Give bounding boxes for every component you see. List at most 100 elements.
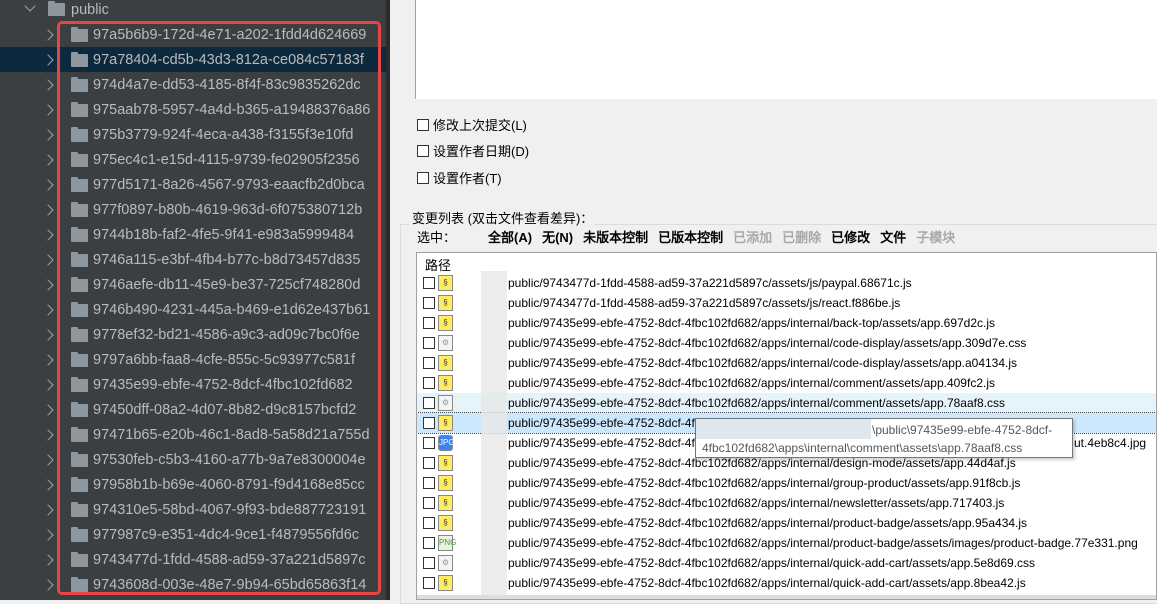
tree-item-folder[interactable]: 977987c9-e351-4dc4-9ce1-f4879556fd6c xyxy=(0,522,390,547)
tree-item-folder[interactable]: 9746a115-e3bf-4fb4-b77c-b8d73457d835 xyxy=(0,247,390,272)
file-row[interactable]: § public/97435e99-ebfe-4752-8dcf-4fbc102f… xyxy=(417,513,1156,533)
file-path: public/97435e99-ebfe-4752-8dcf-4fbc102fd… xyxy=(508,316,996,330)
tree-item-folder[interactable]: 974310e5-58bd-4067-9f93-bde887723191 xyxy=(0,497,390,522)
chevron-right-icon[interactable] xyxy=(42,404,54,416)
file-checkbox[interactable] xyxy=(423,377,435,389)
file-checkbox[interactable] xyxy=(423,497,435,509)
chevron-right-icon[interactable] xyxy=(42,379,54,391)
chevron-right-icon[interactable] xyxy=(42,504,54,516)
chevron-down-icon[interactable] xyxy=(24,0,36,12)
commit-message-input[interactable] xyxy=(415,0,1157,99)
tree-item-folder[interactable]: 97450dff-08a2-4d07-8b82-d9c8157bcfd2 xyxy=(0,397,390,422)
file-row[interactable]: § public/97435e99-ebfe-4752-8dcf-4fbc102f… xyxy=(417,353,1156,373)
select-filter-bar: 选中： 全部(A) 无(N) 未版本控制 已版本控制 已添加 已删除 已修改 文件 子模块 xyxy=(417,227,955,246)
select-filter-link[interactable]: 文件 xyxy=(880,227,906,246)
file-row[interactable]: § public/97435e99-ebfe-4752-8dcf-4fbc102f… xyxy=(417,473,1156,493)
file-row[interactable]: § public/97435e99-ebfe-4752-8dcf-4fbc102f… xyxy=(417,573,1156,593)
chevron-right-icon[interactable] xyxy=(42,454,54,466)
tree-item-folder[interactable]: 9743477d-1fdd-4588-ad59-37a221d5897c xyxy=(0,547,390,572)
chevron-right-icon[interactable] xyxy=(42,279,54,291)
tree-item-folder[interactable]: 977f0897-b80b-4619-963d-6f075380712b xyxy=(0,197,390,222)
tree-item-folder[interactable]: 975ec4c1-e15d-4115-9739-fe02905f2356 xyxy=(0,147,390,172)
chevron-right-icon[interactable] xyxy=(42,254,54,266)
select-filter-link[interactable]: 未版本控制 xyxy=(583,227,648,246)
chevron-right-icon[interactable] xyxy=(42,529,54,541)
file-row[interactable]: PNG public/97435e99-ebfe-4752-8dcf-4fbc10… xyxy=(417,533,1156,553)
tree-item-folder[interactable]: 97958b1b-b69e-4060-8791-f9d4168e85cc xyxy=(0,472,390,497)
tree-item-folder[interactable]: 97435e99-ebfe-4752-8dcf-4fbc102fd682 xyxy=(0,372,390,397)
tree-item-folder[interactable]: 9797a6bb-faa8-4cfe-855c-5c93977c581f xyxy=(0,347,390,372)
file-row[interactable]: § public/97435e99-ebfe-4752-8dcf-4fbc102f… xyxy=(417,493,1156,513)
file-checkbox[interactable] xyxy=(423,297,435,309)
select-filter-link[interactable]: 已修改 xyxy=(831,227,870,246)
tree-item-label: 97958b1b-b69e-4060-8791-f9d4168e85cc xyxy=(93,476,365,493)
file-row[interactable]: ⚙ public/97435e99-ebfe-4752-8dcf-4fbc102f… xyxy=(417,393,1156,413)
checkbox[interactable] xyxy=(417,171,429,184)
file-checkbox[interactable] xyxy=(423,317,435,329)
tree-item-public[interactable]: public xyxy=(0,0,390,22)
tree-item-folder[interactable]: 9746aefe-db11-45e9-be37-725cf748280d xyxy=(0,272,390,297)
chevron-right-icon[interactable] xyxy=(42,29,54,41)
chevron-right-icon[interactable] xyxy=(42,129,54,141)
file-checkbox[interactable] xyxy=(423,537,435,549)
checkbox[interactable] xyxy=(417,144,429,157)
file-row[interactable]: § public/9743477d-1fdd-4588-ad59-37a221d5… xyxy=(417,273,1156,293)
chevron-right-icon[interactable] xyxy=(42,179,54,191)
tree-item-label: 9746b490-4231-445a-b469-e1d62e437b61 xyxy=(93,301,371,318)
column-header-path[interactable]: 路径 xyxy=(425,255,451,274)
amend-checkbox[interactable]: 修改上次提交(L) xyxy=(417,115,527,134)
chevron-right-icon[interactable] xyxy=(42,479,54,491)
file-checkbox[interactable] xyxy=(423,477,435,489)
set-author-checkbox[interactable]: 设置作者(T) xyxy=(417,168,502,187)
chevron-right-icon[interactable] xyxy=(42,554,54,566)
chevron-right-icon[interactable] xyxy=(42,104,54,116)
horizontal-scrollbar[interactable] xyxy=(417,595,1156,599)
chevron-right-icon[interactable] xyxy=(42,579,54,591)
chevron-right-icon[interactable] xyxy=(42,204,54,216)
file-checkbox[interactable] xyxy=(423,457,435,469)
file-row[interactable]: § public/97435e99-ebfe-4752-8dcf-4fbc102f… xyxy=(417,313,1156,333)
chevron-right-icon[interactable] xyxy=(42,304,54,316)
tree-item-folder[interactable]: 974d4a7e-dd53-4185-8f4f-83c9835262dc xyxy=(0,72,390,97)
tree-item-folder[interactable]: 97a78404-cd5b-43d3-812a-ce084c57183f xyxy=(0,47,390,72)
folder-icon xyxy=(71,527,88,542)
file-row[interactable]: § public/9743477d-1fdd-4588-ad59-37a221d5… xyxy=(417,293,1156,313)
file-row[interactable]: ⚙ public/97435e99-ebfe-4752-8dcf-4fbc102f… xyxy=(417,333,1156,353)
file-row[interactable]: § public/97435e99-ebfe-4752-8dcf-4fbc102f… xyxy=(417,373,1156,393)
file-checkbox[interactable] xyxy=(423,517,435,529)
file-checkbox[interactable] xyxy=(423,437,435,449)
tree-item-folder[interactable]: 9744b18b-faf2-4fe5-9f41-e983a5999484 xyxy=(0,222,390,247)
tree-item-folder[interactable]: 97530feb-c5b3-4160-a77b-9a7e8300004e xyxy=(0,447,390,472)
file-checkbox[interactable] xyxy=(423,397,435,409)
chevron-right-icon[interactable] xyxy=(42,329,54,341)
file-checkbox[interactable] xyxy=(423,557,435,569)
tree-item-label: 9746a115-e3bf-4fb4-b77c-b8d73457d835 xyxy=(93,251,361,268)
file-path: public/97435e99-ebfe-4752-8dcf-4fb xyxy=(508,416,702,430)
tree-item-folder[interactable]: 9743608d-003e-48e7-9b94-65bd65863f14 xyxy=(0,572,390,597)
select-filter-link[interactable]: 全部(A) xyxy=(488,227,532,246)
tree-item-folder[interactable]: 975aab78-5957-4a4d-b365-a19488376a86 xyxy=(0,97,390,122)
file-checkbox[interactable] xyxy=(423,577,435,589)
chevron-right-icon[interactable] xyxy=(42,429,54,441)
chevron-right-icon[interactable] xyxy=(42,354,54,366)
chevron-right-icon[interactable] xyxy=(42,79,54,91)
set-author-date-checkbox[interactable]: 设置作者日期(D) xyxy=(417,141,529,160)
tree-item-folder[interactable]: 977d5171-8a26-4567-9793-eaacfb2d0bca xyxy=(0,172,390,197)
file-checkbox[interactable] xyxy=(423,417,435,429)
file-checkbox[interactable] xyxy=(423,277,435,289)
tree-item-folder[interactable]: 97471b65-e20b-46c1-8ad8-5a58d21a755d xyxy=(0,422,390,447)
chevron-right-icon[interactable] xyxy=(42,154,54,166)
select-filter-link[interactable]: 已版本控制 xyxy=(658,227,723,246)
file-checkbox[interactable] xyxy=(423,357,435,369)
chevron-right-icon[interactable] xyxy=(42,54,54,66)
file-row[interactable]: ⚙ public/97435e99-ebfe-4752-8dcf-4fbc102f… xyxy=(417,553,1156,573)
file-checkbox[interactable] xyxy=(423,337,435,349)
tree-item-folder[interactable]: 9746b490-4231-445a-b469-e1d62e437b61 xyxy=(0,297,390,322)
select-filter-link[interactable]: 无(N) xyxy=(542,227,573,246)
checkbox[interactable] xyxy=(417,118,429,131)
tree-item-folder[interactable]: 97a5b6b9-172d-4e71-a202-1fdd4d624669 xyxy=(0,22,390,47)
tree-item-folder[interactable]: 975b3779-924f-4eca-a438-f3155f3e10fd xyxy=(0,122,390,147)
chevron-right-icon[interactable] xyxy=(42,229,54,241)
tree-item-folder[interactable]: 9778ef32-bd21-4586-a9c3-ad09c7bc0f6e xyxy=(0,322,390,347)
file-js-icon: § xyxy=(438,275,453,291)
